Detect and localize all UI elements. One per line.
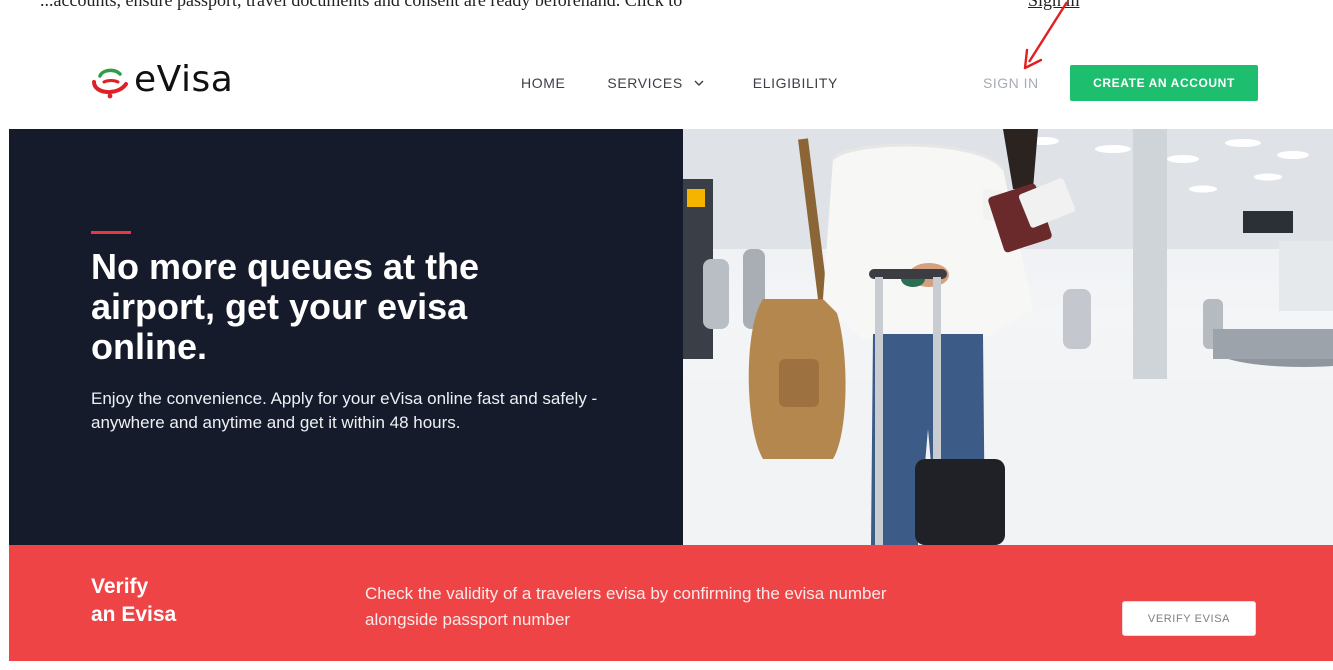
site-header: eVisa HOME SERVICES ELIGIBILITY SIGN IN … xyxy=(0,40,1333,128)
hero-image xyxy=(683,129,1333,545)
main-nav: HOME SERVICES ELIGIBILITY xyxy=(521,75,838,91)
document-signin-link[interactable]: Sign in xyxy=(1028,0,1080,10)
hero-accent-bar xyxy=(91,231,131,234)
chevron-down-icon xyxy=(694,80,704,86)
logo-text: eVisa xyxy=(134,59,234,100)
nav-eligibility[interactable]: ELIGIBILITY xyxy=(753,75,838,91)
hero-subtitle: Enjoy the convenience. Apply for your eV… xyxy=(91,389,598,432)
verify-title-line2: an Evisa xyxy=(91,603,177,626)
logo[interactable]: eVisa xyxy=(88,58,233,102)
verify-evisa-button[interactable]: VERIFY EVISA xyxy=(1122,601,1256,636)
create-account-button[interactable]: CREATE AN ACCOUNT xyxy=(1070,65,1258,101)
evisa-logo-mark-icon xyxy=(92,68,128,99)
hero-panel: No more queues at the airport, get your … xyxy=(9,129,683,545)
hero-title: No more queues at the airport, get your … xyxy=(91,246,480,367)
verify-evisa-section: Verify an Evisa Check the validity of a … xyxy=(9,545,1333,661)
hero-section: No more queues at the airport, get your … xyxy=(9,129,1333,545)
verify-title-line1: Verify xyxy=(91,575,149,598)
document-line: ...accounts, ensure passport, travel doc… xyxy=(40,0,683,10)
sign-in-link[interactable]: SIGN IN xyxy=(983,75,1039,91)
nav-home[interactable]: HOME xyxy=(521,75,565,91)
nav-services[interactable]: SERVICES xyxy=(607,75,704,91)
nav-services-label: SERVICES xyxy=(607,75,683,91)
verify-description: Check the validity of a travelers evisa … xyxy=(365,584,887,629)
verify-title: Verify an Evisa xyxy=(91,573,176,629)
airport-traveler-illustration xyxy=(683,129,1333,545)
document-strip: ...accounts, ensure passport, travel doc… xyxy=(0,0,1333,10)
